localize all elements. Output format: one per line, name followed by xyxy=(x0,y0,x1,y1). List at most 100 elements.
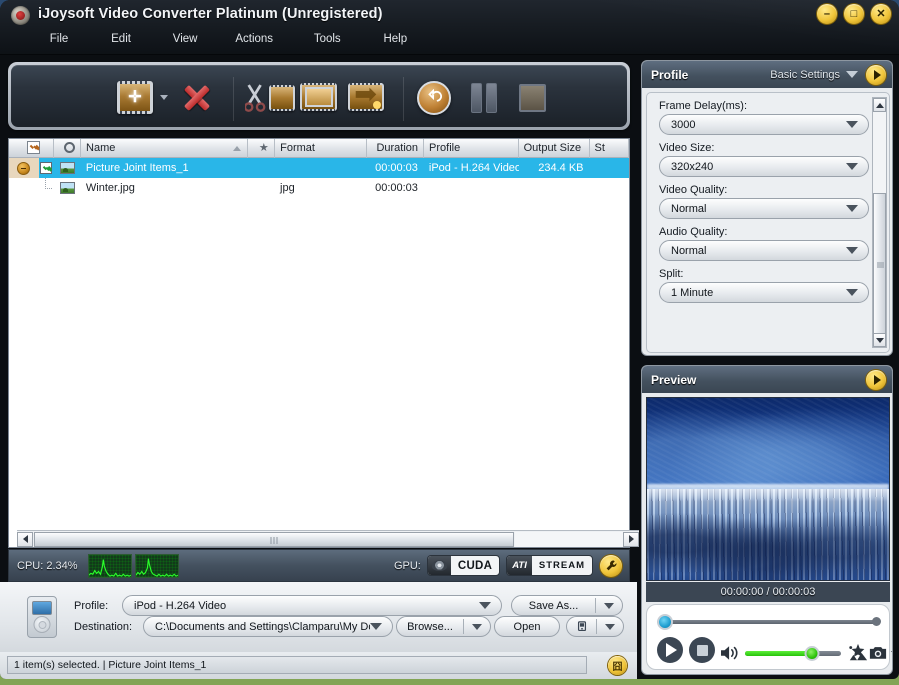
collapse-icon[interactable] xyxy=(17,161,31,175)
column-duration[interactable]: Duration xyxy=(367,138,425,158)
file-list-hscrollbar[interactable] xyxy=(17,530,639,547)
profile-go-button[interactable] xyxy=(866,64,886,85)
menu-edit[interactable]: Edit xyxy=(91,31,151,47)
browse-dropdown[interactable] xyxy=(464,623,490,630)
scroll-up-button[interactable] xyxy=(873,98,886,112)
save-as-button[interactable]: Save As... xyxy=(511,595,623,616)
stop-icon xyxy=(519,84,546,112)
row-checkbox[interactable] xyxy=(40,162,53,174)
menu-bar: File Edit View Actions Tools Help xyxy=(30,31,425,51)
video-preview[interactable] xyxy=(646,397,890,581)
star-icon: ★ xyxy=(258,141,269,154)
effect-button[interactable] xyxy=(348,83,384,111)
volume-knob[interactable] xyxy=(804,646,820,661)
chevron-down-icon[interactable] xyxy=(846,71,858,78)
column-check[interactable] xyxy=(9,138,55,158)
vscroll-thumb[interactable] xyxy=(873,193,886,336)
camera-icon[interactable] xyxy=(869,645,887,660)
menu-view[interactable]: View xyxy=(154,31,216,47)
menu-tools[interactable]: Tools xyxy=(292,31,362,47)
play-button[interactable] xyxy=(657,637,683,663)
frame-delay-select[interactable]: 3000 xyxy=(659,114,869,135)
trim-button[interactable] xyxy=(245,83,295,115)
chevron-right-icon xyxy=(628,535,634,543)
split-select[interactable]: 1 Minute xyxy=(659,282,869,303)
column-format[interactable]: Format xyxy=(275,138,367,158)
frame-delay-value: 3000 xyxy=(671,118,696,131)
maximize-button[interactable]: □ xyxy=(843,4,864,24)
add-file-button[interactable]: ✛ xyxy=(117,81,153,114)
menu-help[interactable]: Help xyxy=(365,31,425,47)
status-info-button[interactable]: 囧 xyxy=(608,656,627,675)
preview-panel-header: Preview xyxy=(642,366,892,393)
cpu-graph-core-2 xyxy=(134,553,179,578)
volume-slider[interactable] xyxy=(745,646,841,661)
save-as-dropdown[interactable] xyxy=(596,602,622,609)
column-status[interactable]: St xyxy=(590,138,630,158)
scroll-right-button[interactable] xyxy=(623,531,639,547)
open-button[interactable]: Open xyxy=(494,616,560,637)
undo-glyph xyxy=(428,89,442,102)
row-expander-cell[interactable] xyxy=(9,158,39,178)
row-checkbox-cell[interactable] xyxy=(39,158,55,178)
checkbox-header-icon[interactable] xyxy=(27,141,41,155)
video-size-value: 320x240 xyxy=(671,160,714,173)
row-format: jpg xyxy=(280,182,295,194)
timecode-display: 00:00:00 / 00:00:03 xyxy=(646,582,890,602)
stop-button[interactable] xyxy=(519,84,546,112)
add-file-dropdown[interactable] xyxy=(160,95,168,100)
stop-button[interactable] xyxy=(689,637,715,663)
video-quality-select[interactable]: Normal xyxy=(659,198,869,219)
minimize-button[interactable]: – xyxy=(816,4,837,24)
undo-button[interactable] xyxy=(417,81,451,115)
table-row[interactable]: Picture Joint Items_1 00:00:03 iPod - H.… xyxy=(9,158,629,178)
app-logo-icon xyxy=(11,6,30,25)
menu-file[interactable]: File xyxy=(30,31,88,47)
film-plus-icon: ✛ xyxy=(117,81,153,114)
device-output-button[interactable] xyxy=(566,616,624,637)
close-button[interactable]: ✕ xyxy=(871,4,891,24)
column-disc[interactable] xyxy=(54,138,82,158)
profile-settings-mode[interactable]: Basic Settings xyxy=(770,69,840,81)
device-dropdown[interactable] xyxy=(597,623,623,630)
video-size-select[interactable]: 320x240 xyxy=(659,156,869,177)
browse-button[interactable]: Browse... xyxy=(396,616,491,637)
scroll-down-button[interactable] xyxy=(873,333,886,347)
cuda-badge[interactable]: CUDA xyxy=(426,555,501,576)
destination-select[interactable]: C:\Documents and Settings\Clamparu\My Do… xyxy=(143,616,393,637)
row-duration: 00:00:03 xyxy=(375,162,418,174)
scroll-left-button[interactable] xyxy=(17,531,33,547)
stream-label: STREAM xyxy=(538,560,585,571)
column-duration-label: Duration xyxy=(376,141,419,154)
row-name: Picture Joint Items_1 xyxy=(85,162,189,174)
remove-file-button[interactable] xyxy=(182,83,212,113)
audio-quality-value: Normal xyxy=(671,244,707,257)
seek-track[interactable] xyxy=(657,620,879,624)
seek-knob[interactable] xyxy=(657,614,673,630)
player-controls xyxy=(646,604,892,670)
cpu-gpu-bar: CPU: 2.34% GPU: CUDA ATI STREAM xyxy=(8,549,630,582)
hscroll-thumb[interactable] xyxy=(34,531,514,547)
column-output-size[interactable]: Output Size xyxy=(519,138,590,158)
volume-fill xyxy=(745,651,813,656)
table-row[interactable]: Winter.jpg jpg 00:00:03 xyxy=(9,178,629,198)
seek-slider[interactable] xyxy=(657,614,881,630)
audio-quality-label: Audio Quality: xyxy=(659,226,728,238)
row-status xyxy=(590,158,629,178)
column-profile[interactable]: Profile xyxy=(424,138,519,158)
crop-button[interactable] xyxy=(300,83,337,111)
snapshot-dropdown[interactable] xyxy=(891,651,892,657)
profile-vscrollbar[interactable] xyxy=(872,97,887,348)
speaker-icon[interactable] xyxy=(719,644,741,662)
preview-go-button[interactable] xyxy=(866,369,886,390)
ati-stream-badge[interactable]: ATI STREAM xyxy=(506,555,593,576)
menu-actions[interactable]: Actions xyxy=(219,31,289,47)
hscroll-track[interactable] xyxy=(515,531,623,547)
gpu-settings-button[interactable] xyxy=(600,554,622,577)
pause-button[interactable] xyxy=(471,83,497,113)
column-name[interactable]: Name xyxy=(81,138,249,158)
effect-icon[interactable] xyxy=(847,643,869,663)
audio-quality-select[interactable]: Normal xyxy=(659,240,869,261)
column-star[interactable]: ★ xyxy=(248,138,276,158)
profile-select[interactable]: iPod - H.264 Video xyxy=(122,595,502,616)
